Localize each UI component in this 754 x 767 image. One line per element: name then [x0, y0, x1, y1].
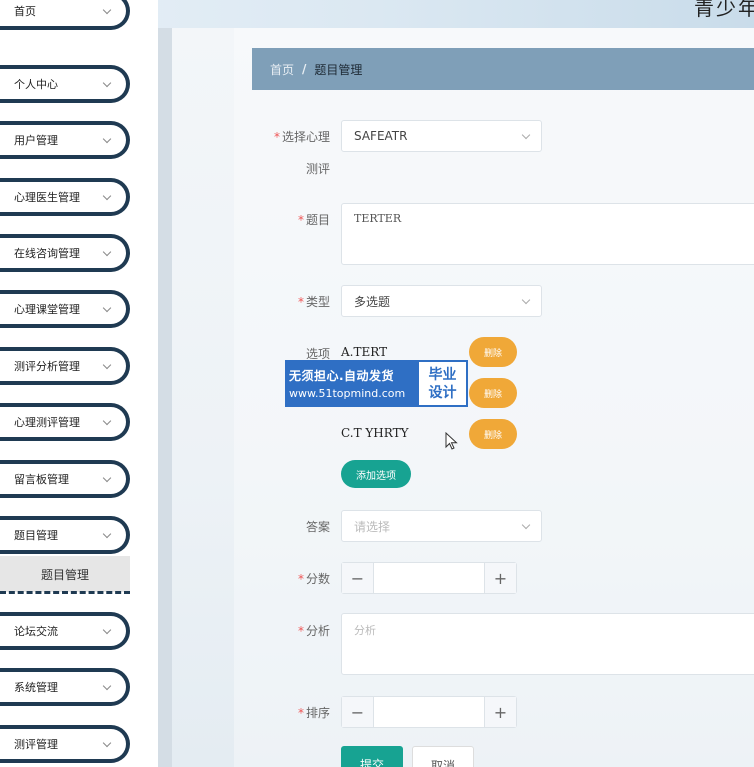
sidebar-subitem-question-management[interactable]: 题目管理: [0, 556, 130, 592]
chevron-down-icon: [102, 303, 112, 312]
required-mark: *: [297, 213, 304, 227]
question-textarea[interactable]: TERTER: [341, 203, 754, 265]
delete-option-button[interactable]: 删除: [469, 337, 517, 367]
sidebar-item-question-management[interactable]: 题目管理: [0, 516, 130, 554]
question-label: * 题目: [297, 213, 330, 227]
sidebar-item-label: 个人中心: [14, 78, 58, 91]
score-stepper[interactable]: − +: [341, 562, 517, 594]
mouse-cursor-icon: [445, 432, 458, 450]
sidebar-item-label: 用户管理: [14, 134, 58, 147]
delete-option-button[interactable]: 删除: [469, 419, 517, 449]
order-stepper[interactable]: − +: [341, 696, 517, 728]
answer-select[interactable]: 请选择: [341, 510, 542, 542]
type-select-value: 多选题: [354, 294, 391, 309]
analysis-label: * 分析: [297, 624, 330, 638]
increment-button[interactable]: +: [484, 563, 516, 593]
sidebar: 首页 个人中心 用户管理 心理医生管理 在线咨询管理 心理课堂管理 测评分析管理…: [0, 0, 158, 767]
sidebar-item-consult-management[interactable]: 在线咨询管理: [0, 234, 130, 272]
sidebar-item-label: 测评分析管理: [14, 360, 80, 373]
type-select[interactable]: 多选题: [341, 285, 542, 317]
sidebar-item-home[interactable]: 首页: [0, 0, 130, 30]
chevron-down-icon: [102, 473, 112, 482]
sidebar-item-label: 心理医生管理: [14, 191, 80, 204]
app-title: 青少年: [694, 0, 754, 20]
chevron-down-icon: [102, 681, 112, 690]
option-text-a: A.TERT: [341, 345, 388, 359]
sidebar-item-label: 心理课堂管理: [14, 303, 80, 316]
sidebar-item-label: 测评管理: [14, 738, 58, 751]
order-input[interactable]: [374, 697, 484, 727]
sidebar-item-personal-center[interactable]: 个人中心: [0, 65, 130, 103]
sidebar-item-label: 首页: [14, 5, 36, 18]
sidebar-divider: [0, 591, 130, 594]
score-input[interactable]: [374, 563, 484, 593]
chevron-down-icon: [102, 738, 112, 747]
sidebar-item-label: 系统管理: [14, 681, 58, 694]
increment-button[interactable]: +: [484, 697, 516, 727]
survey-select-value: SAFEATR: [354, 129, 408, 143]
sidebar-item-test-management[interactable]: 测评管理: [0, 725, 130, 763]
survey-label-continued: 测评: [305, 162, 330, 176]
sidebar-item-forum[interactable]: 论坛交流: [0, 612, 130, 650]
chevron-down-icon: [102, 78, 112, 87]
sidebar-item-label: 在线咨询管理: [14, 247, 80, 260]
score-label: * 分数: [297, 572, 330, 586]
breadcrumb-current: 题目管理: [314, 62, 363, 77]
sidebar-item-label: 心理测评管理: [14, 416, 80, 429]
breadcrumb-separator: /: [302, 62, 307, 76]
order-label: * 排序: [297, 706, 330, 720]
answer-select-placeholder: 请选择: [354, 519, 391, 534]
chevron-down-icon: [102, 247, 112, 256]
sidebar-item-system-management[interactable]: 系统管理: [0, 668, 130, 706]
submit-button[interactable]: 提交: [341, 746, 403, 767]
chevron-down-icon: [102, 134, 112, 143]
type-label: * 类型: [297, 295, 330, 309]
delete-option-button[interactable]: 删除: [469, 378, 517, 408]
sidebar-item-message-board[interactable]: 留言板管理: [0, 460, 130, 498]
watermark-badge: 毕业 设计: [419, 362, 466, 405]
chevron-down-icon: [521, 130, 531, 139]
sidebar-gutter: [158, 28, 172, 767]
chevron-down-icon: [102, 625, 112, 634]
chevron-down-icon: [521, 295, 531, 304]
add-option-button[interactable]: 添加选项: [341, 460, 411, 488]
breadcrumb-home[interactable]: 首页: [270, 61, 294, 78]
sidebar-item-assessment-management[interactable]: 心理测评管理: [0, 403, 130, 441]
sidebar-item-analysis-management[interactable]: 测评分析管理: [0, 347, 130, 385]
sidebar-item-label: 题目管理: [14, 529, 58, 542]
decrement-button[interactable]: −: [342, 563, 374, 593]
option-text-c: C.T YHRTY: [341, 426, 409, 440]
sidebar-item-user-management[interactable]: 用户管理: [0, 121, 130, 159]
chevron-down-icon: [102, 529, 112, 538]
watermark-banner: 无须担心.自动发货 www.51topmind.com 毕业 设计: [285, 360, 468, 407]
answer-label: 答案: [305, 520, 330, 534]
sidebar-item-doctor-management[interactable]: 心理医生管理: [0, 178, 130, 216]
required-mark: *: [297, 295, 304, 309]
cancel-button[interactable]: 取消: [412, 746, 474, 767]
watermark-line1: 无须担心.自动发货: [289, 369, 395, 383]
sidebar-item-label: 论坛交流: [14, 625, 58, 638]
chevron-down-icon: [102, 5, 112, 14]
chevron-down-icon: [521, 520, 531, 529]
decrement-button[interactable]: −: [342, 697, 374, 727]
breadcrumb: 首页 / 题目管理: [252, 48, 754, 90]
chevron-down-icon: [102, 416, 112, 425]
analysis-textarea[interactable]: 分析: [341, 613, 754, 675]
chevron-down-icon: [102, 191, 112, 200]
sidebar-item-label: 留言板管理: [14, 473, 69, 486]
chevron-down-icon: [102, 360, 112, 369]
required-mark: *: [297, 572, 304, 586]
sidebar-item-class-management[interactable]: 心理课堂管理: [0, 290, 130, 328]
survey-label: * 选择心理: [273, 130, 330, 144]
survey-select[interactable]: SAFEATR: [341, 120, 542, 152]
watermark-line2: www.51topmind.com: [289, 387, 406, 400]
required-mark: *: [273, 130, 280, 144]
required-mark: *: [297, 624, 304, 638]
required-mark: *: [297, 706, 304, 720]
